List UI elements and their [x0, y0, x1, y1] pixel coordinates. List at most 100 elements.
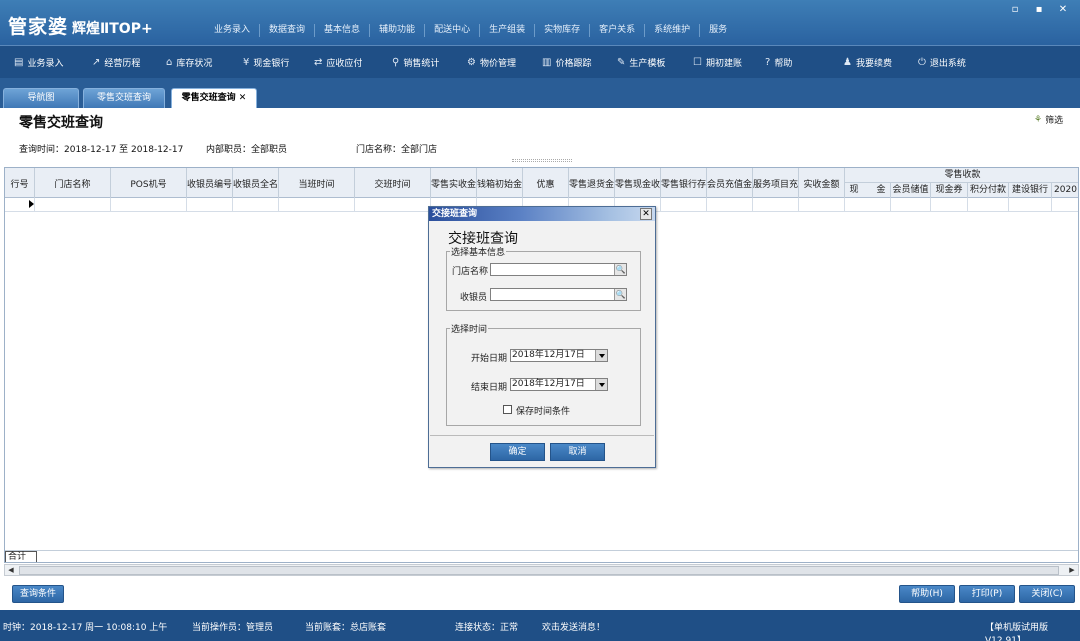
- tab-retail-shift[interactable]: 零售交班查询: [83, 88, 165, 108]
- tab-retail-shift-active[interactable]: 零售交班查询 ✕: [171, 88, 257, 108]
- toolbar-opening[interactable]: ☐ 期初建账: [693, 46, 742, 79]
- scroll-right-icon[interactable]: ▶: [1066, 565, 1078, 575]
- toolbar-help[interactable]: ? 帮助: [765, 46, 792, 79]
- query-conditions-button[interactable]: 查询条件: [12, 585, 64, 603]
- column-header[interactable]: 零售实收金: [431, 168, 477, 198]
- top-menu-item[interactable]: 基本信息: [315, 24, 371, 37]
- toolbar-label: 经营历程: [104, 58, 141, 69]
- tab-label: 零售交班查询: [181, 93, 236, 103]
- table-cell[interactable]: [799, 198, 845, 212]
- store-name-input[interactable]: 🔍: [490, 263, 627, 276]
- column-header[interactable]: 会员充值金: [707, 168, 753, 198]
- grid-header: 行号 门店名称 POS机号 收银员编号 收银员全名 当班时间 交班时间 零售实收…: [5, 168, 1078, 198]
- column-header[interactable]: 零售银行存: [661, 168, 707, 198]
- toolbar-receivables[interactable]: ⇄ 应收应付: [314, 46, 362, 79]
- column-header[interactable]: 现金券: [931, 183, 968, 198]
- search-icon[interactable]: 🔍: [614, 264, 626, 275]
- toolbar-label: 库存状况: [176, 58, 213, 69]
- title-bar: 管家婆 辉煌ⅡTOP+ 业务录入 数据查询 基本信息 辅助功能 配送中心 生产组…: [0, 0, 1080, 45]
- splitter-handle[interactable]: [512, 159, 572, 162]
- toolbar-price-mgmt[interactable]: ⚙ 物价管理: [467, 46, 516, 79]
- column-header[interactable]: 当班时间: [279, 168, 355, 198]
- column-header[interactable]: 行号: [5, 168, 35, 198]
- close-window-button[interactable]: ✕: [1052, 2, 1074, 18]
- column-header[interactable]: 实收金额: [799, 168, 845, 198]
- toolbar-label: 业务录入: [27, 58, 64, 69]
- toolbar-price-track[interactable]: ▥ 价格跟踪: [542, 46, 591, 79]
- scroll-thumb[interactable]: [19, 566, 1059, 575]
- ok-button[interactable]: 确定: [490, 443, 545, 461]
- status-operator: 当前操作员：管理员: [192, 623, 274, 633]
- help-button[interactable]: 帮助(H): [899, 585, 955, 603]
- toolbar-label: 帮助: [774, 58, 793, 69]
- top-menu-item[interactable]: 辅助功能: [370, 24, 426, 37]
- status-message[interactable]: 欢击发送消息！: [542, 620, 605, 633]
- column-header[interactable]: 建设银行: [1009, 183, 1052, 198]
- top-menu-item[interactable]: 数据查询: [260, 24, 316, 37]
- table-cell[interactable]: [187, 198, 233, 212]
- toolbar-label: 期初建账: [705, 58, 742, 69]
- dialog-close-button[interactable]: ✕: [640, 208, 652, 220]
- search-icon[interactable]: 🔍: [614, 289, 626, 300]
- table-cell[interactable]: [233, 198, 279, 212]
- column-header[interactable]: 门店名称: [35, 168, 111, 198]
- horizontal-scrollbar[interactable]: ◀ ▶: [4, 564, 1079, 576]
- table-cell[interactable]: [1009, 198, 1052, 212]
- brand-main: 管家婆: [8, 16, 69, 38]
- end-date-picker[interactable]: 2018年12月17日: [510, 378, 608, 391]
- toolbar-history[interactable]: ↗ 经营历程: [92, 46, 140, 79]
- table-cell[interactable]: [661, 198, 707, 212]
- save-time-checkbox[interactable]: [503, 405, 512, 414]
- table-cell[interactable]: [931, 198, 968, 212]
- filter-button[interactable]: ⚘ 筛选: [1034, 113, 1063, 127]
- minimize-button[interactable]: ▫: [1004, 2, 1026, 18]
- top-menu-item[interactable]: 生产组装: [480, 24, 536, 37]
- column-header[interactable]: 现 金: [845, 183, 891, 198]
- top-menu-item[interactable]: 服务: [700, 24, 736, 37]
- close-button[interactable]: 关闭(C): [1019, 585, 1075, 603]
- top-menu-item[interactable]: 业务录入: [205, 24, 261, 37]
- column-header[interactable]: 优惠: [523, 168, 569, 198]
- column-header[interactable]: 服务项目充: [753, 168, 799, 198]
- table-cell[interactable]: [111, 198, 187, 212]
- table-cell[interactable]: [707, 198, 753, 212]
- cashier-input[interactable]: 🔍: [490, 288, 627, 301]
- table-cell[interactable]: [35, 198, 111, 212]
- table-cell[interactable]: [845, 198, 891, 212]
- top-menu-item[interactable]: 配送中心: [425, 24, 481, 37]
- chevron-down-icon[interactable]: [595, 379, 607, 390]
- table-cell[interactable]: [753, 198, 799, 212]
- top-menu-item[interactable]: 实物库存: [535, 24, 591, 37]
- column-header[interactable]: 钱箱初始金: [477, 168, 523, 198]
- column-header[interactable]: 收银员编号: [187, 168, 233, 198]
- table-cell[interactable]: [968, 198, 1009, 212]
- toolbar-cash-bank[interactable]: ¥ 现金银行: [243, 46, 289, 79]
- toolbar-stock[interactable]: ⌂ 库存状况: [166, 46, 212, 79]
- table-cell[interactable]: [355, 198, 431, 212]
- column-header[interactable]: 收银员全名: [233, 168, 279, 198]
- toolbar-production[interactable]: ✎ 生产模板: [617, 46, 665, 79]
- column-header[interactable]: 交班时间: [355, 168, 431, 198]
- maximize-button[interactable]: ▪: [1028, 2, 1050, 18]
- close-icon[interactable]: ✕: [236, 93, 247, 103]
- toolbar-renew[interactable]: ♟ 我要续费: [843, 46, 892, 79]
- tab-navigation[interactable]: 导航图: [3, 88, 79, 108]
- column-header[interactable]: 零售现金收: [615, 168, 661, 198]
- scroll-left-icon[interactable]: ◀: [5, 565, 17, 575]
- toolbar-exit[interactable]: ⏻ 退出系统: [918, 46, 966, 79]
- cancel-button[interactable]: 取消: [550, 443, 605, 461]
- top-menu-item[interactable]: 客户关系: [590, 24, 646, 37]
- start-date-picker[interactable]: 2018年12月17日: [510, 349, 608, 362]
- column-header[interactable]: 零售退货金: [569, 168, 615, 198]
- column-header[interactable]: POS机号: [111, 168, 187, 198]
- table-cell[interactable]: [891, 198, 931, 212]
- print-button[interactable]: 打印(P): [959, 585, 1015, 603]
- column-header[interactable]: 2020: [1052, 183, 1078, 198]
- toolbar-sales-stats[interactable]: ⚲ 销售统计: [392, 46, 439, 79]
- column-header[interactable]: 积分付款: [968, 183, 1009, 198]
- table-cell[interactable]: [279, 198, 355, 212]
- column-header[interactable]: 会员储值: [891, 183, 931, 198]
- chevron-down-icon[interactable]: [595, 350, 607, 361]
- top-menu-item[interactable]: 系统维护: [645, 24, 701, 37]
- toolbar-business-entry[interactable]: ▤ 业务录入: [14, 46, 63, 79]
